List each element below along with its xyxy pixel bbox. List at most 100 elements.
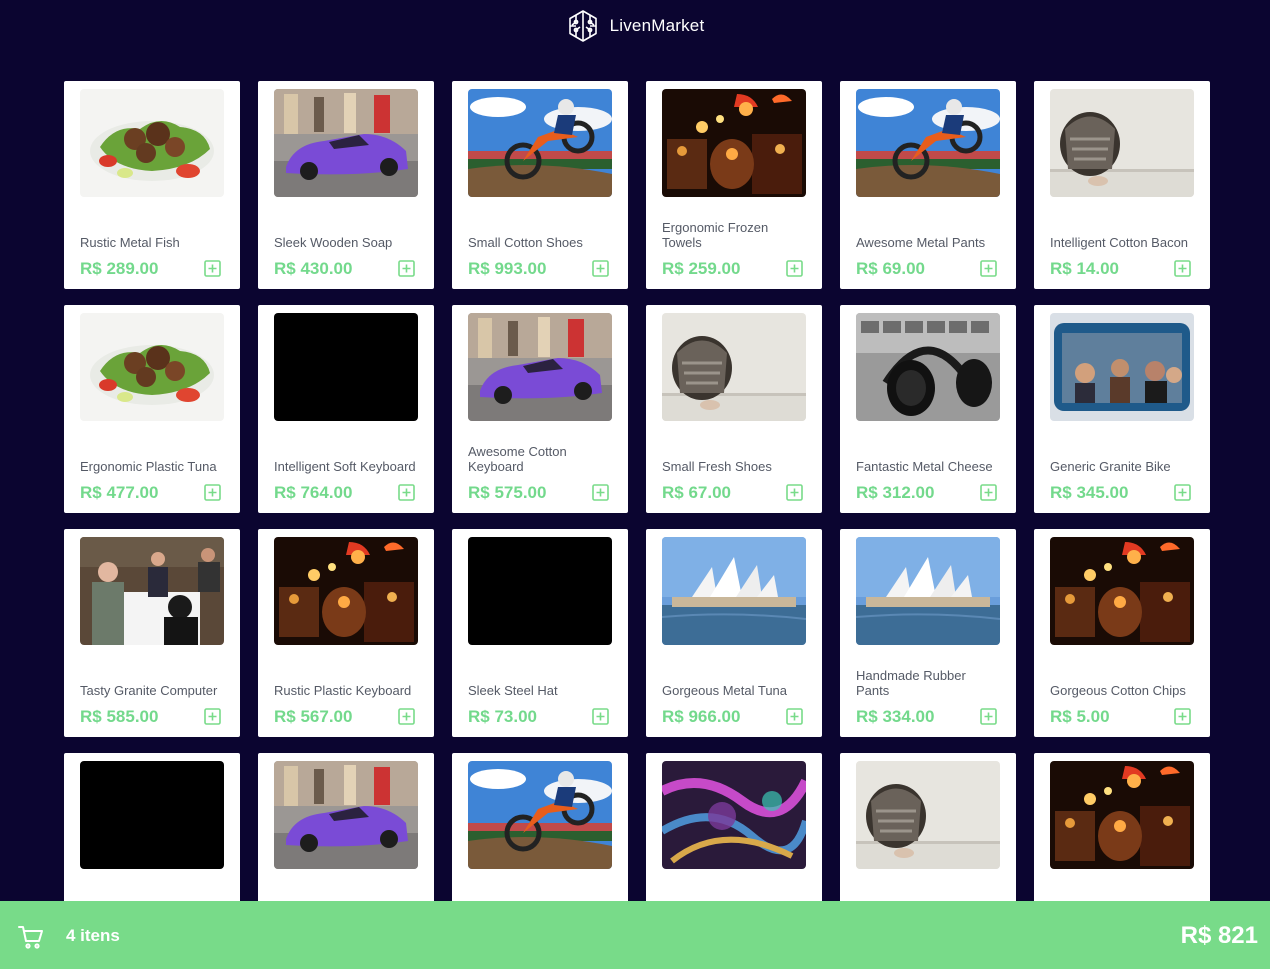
product-image[interactable]	[80, 537, 224, 645]
product-image[interactable]	[468, 313, 612, 421]
product-name: Fantastic Metal Cheese	[856, 459, 993, 474]
product-image[interactable]	[468, 761, 612, 869]
product-card[interactable]: Ergonomic Plastic Tuna R$ 477.00	[64, 305, 240, 513]
product-name: Small Cotton Shoes	[468, 235, 583, 250]
product-price: R$ 430.00	[274, 259, 353, 278]
add-to-cart-button[interactable]	[1174, 708, 1191, 725]
add-to-cart-button[interactable]	[980, 484, 997, 501]
product-image[interactable]	[80, 761, 224, 869]
plus-square-icon	[398, 260, 415, 277]
add-to-cart-button[interactable]	[398, 484, 415, 501]
brain-logo-icon	[566, 9, 600, 43]
product-name: Sleek Steel Hat	[468, 683, 558, 698]
product-price: R$ 477.00	[80, 483, 159, 502]
product-image[interactable]	[662, 761, 806, 869]
plus-square-icon	[1174, 260, 1191, 277]
product-card[interactable]: Small Fresh Shoes R$ 67.00	[646, 305, 822, 513]
product-image[interactable]	[274, 761, 418, 869]
product-price: R$ 585.00	[80, 707, 159, 726]
product-image[interactable]	[274, 537, 418, 645]
add-to-cart-button[interactable]	[980, 260, 997, 277]
add-to-cart-button[interactable]	[204, 260, 221, 277]
product-image[interactable]	[80, 89, 224, 197]
product-image[interactable]	[662, 537, 806, 645]
product-image[interactable]	[468, 537, 612, 645]
header: LivenMarket	[0, 0, 1270, 52]
product-image[interactable]	[274, 313, 418, 421]
product-card[interactable]: Gorgeous Metal Tuna R$ 966.00	[646, 529, 822, 737]
product-card[interactable]: Sleek Wooden Soap R$ 430.00	[258, 81, 434, 289]
plus-square-icon	[980, 260, 997, 277]
product-image[interactable]	[662, 313, 806, 421]
product-name: Handmade Rubber Pants	[856, 668, 966, 698]
product-image[interactable]	[856, 89, 1000, 197]
add-to-cart-button[interactable]	[786, 708, 803, 725]
product-image[interactable]	[1050, 89, 1194, 197]
plus-square-icon	[204, 484, 221, 501]
add-to-cart-button[interactable]	[1174, 260, 1191, 277]
product-card[interactable]: Rustic Metal Fish R$ 289.00	[64, 81, 240, 289]
plus-square-icon	[980, 708, 997, 725]
brand[interactable]: LivenMarket	[566, 9, 705, 43]
add-to-cart-button[interactable]	[786, 484, 803, 501]
product-name: Ergonomic Frozen Towels	[662, 220, 769, 250]
product-card[interactable]: Tasty Granite Computer R$ 585.00	[64, 529, 240, 737]
add-to-cart-button[interactable]	[398, 260, 415, 277]
product-image[interactable]	[1050, 313, 1194, 421]
add-to-cart-button[interactable]	[398, 708, 415, 725]
shopping-cart-icon	[18, 925, 44, 954]
plus-square-icon	[204, 260, 221, 277]
product-card[interactable]: Small Cotton Shoes R$ 993.00	[452, 81, 628, 289]
product-name: Intelligent Cotton Bacon	[1050, 235, 1189, 250]
add-to-cart-button[interactable]	[204, 484, 221, 501]
add-to-cart-button[interactable]	[980, 708, 997, 725]
product-image[interactable]	[856, 761, 1000, 869]
add-to-cart-button[interactable]	[592, 260, 609, 277]
product-name: Tasty Granite Computer	[80, 683, 218, 698]
product-price: R$ 993.00	[468, 259, 547, 278]
product-name: Generic Granite Bike	[1050, 459, 1171, 474]
product-image[interactable]	[662, 89, 806, 197]
product-price: R$ 67.00	[662, 483, 731, 502]
plus-square-icon	[1174, 484, 1191, 501]
product-card[interactable]: Intelligent Cotton Bacon R$ 14.00	[1034, 81, 1210, 289]
product-card[interactable]: Handmade Rubber Pants R$ 334.00	[840, 529, 1016, 737]
brand-name: LivenMarket	[609, 16, 705, 35]
product-price: R$ 575.00	[468, 483, 547, 502]
plus-square-icon	[592, 260, 609, 277]
cart-bar[interactable]: 4 itens R$ 821	[0, 901, 1270, 969]
add-to-cart-button[interactable]	[592, 484, 609, 501]
product-card[interactable]: Generic Granite Bike R$ 345.00	[1034, 305, 1210, 513]
add-to-cart-button[interactable]	[204, 708, 221, 725]
cart-total: R$ 821	[1180, 922, 1258, 949]
product-image[interactable]	[80, 313, 224, 421]
plus-square-icon	[786, 260, 803, 277]
add-to-cart-button[interactable]	[592, 708, 609, 725]
product-card[interactable]: Awesome Metal Pants R$ 69.00	[840, 81, 1016, 289]
product-image[interactable]	[468, 89, 612, 197]
product-name: Gorgeous Metal Tuna	[662, 683, 788, 698]
add-to-cart-button[interactable]	[786, 260, 803, 277]
product-card[interactable]: Rustic Plastic Keyboard R$ 567.00	[258, 529, 434, 737]
product-price: R$ 567.00	[274, 707, 353, 726]
plus-square-icon	[786, 708, 803, 725]
product-card[interactable]: Sleek Steel Hat R$ 73.00	[452, 529, 628, 737]
product-price: R$ 289.00	[80, 259, 159, 278]
product-image[interactable]	[1050, 537, 1194, 645]
product-card[interactable]: Gorgeous Cotton Chips R$ 5.00	[1034, 529, 1210, 737]
product-image[interactable]	[856, 537, 1000, 645]
product-name: Rustic Plastic Keyboard	[274, 683, 412, 698]
product-image[interactable]	[1050, 761, 1194, 869]
product-card[interactable]: Intelligent Soft Keyboard R$ 764.00	[258, 305, 434, 513]
add-to-cart-button[interactable]	[1174, 484, 1191, 501]
product-price: R$ 334.00	[856, 707, 935, 726]
product-image[interactable]	[856, 313, 1000, 421]
plus-square-icon	[204, 708, 221, 725]
plus-square-icon	[786, 484, 803, 501]
product-card[interactable]: Awesome Cotton Keyboard R$ 575.00	[452, 305, 628, 513]
product-card[interactable]: Fantastic Metal Cheese R$ 312.00	[840, 305, 1016, 513]
product-card[interactable]: Ergonomic Frozen Towels R$ 259.00	[646, 81, 822, 289]
product-price: R$ 345.00	[1050, 483, 1129, 502]
product-image[interactable]	[274, 89, 418, 197]
product-name: Small Fresh Shoes	[662, 459, 772, 474]
